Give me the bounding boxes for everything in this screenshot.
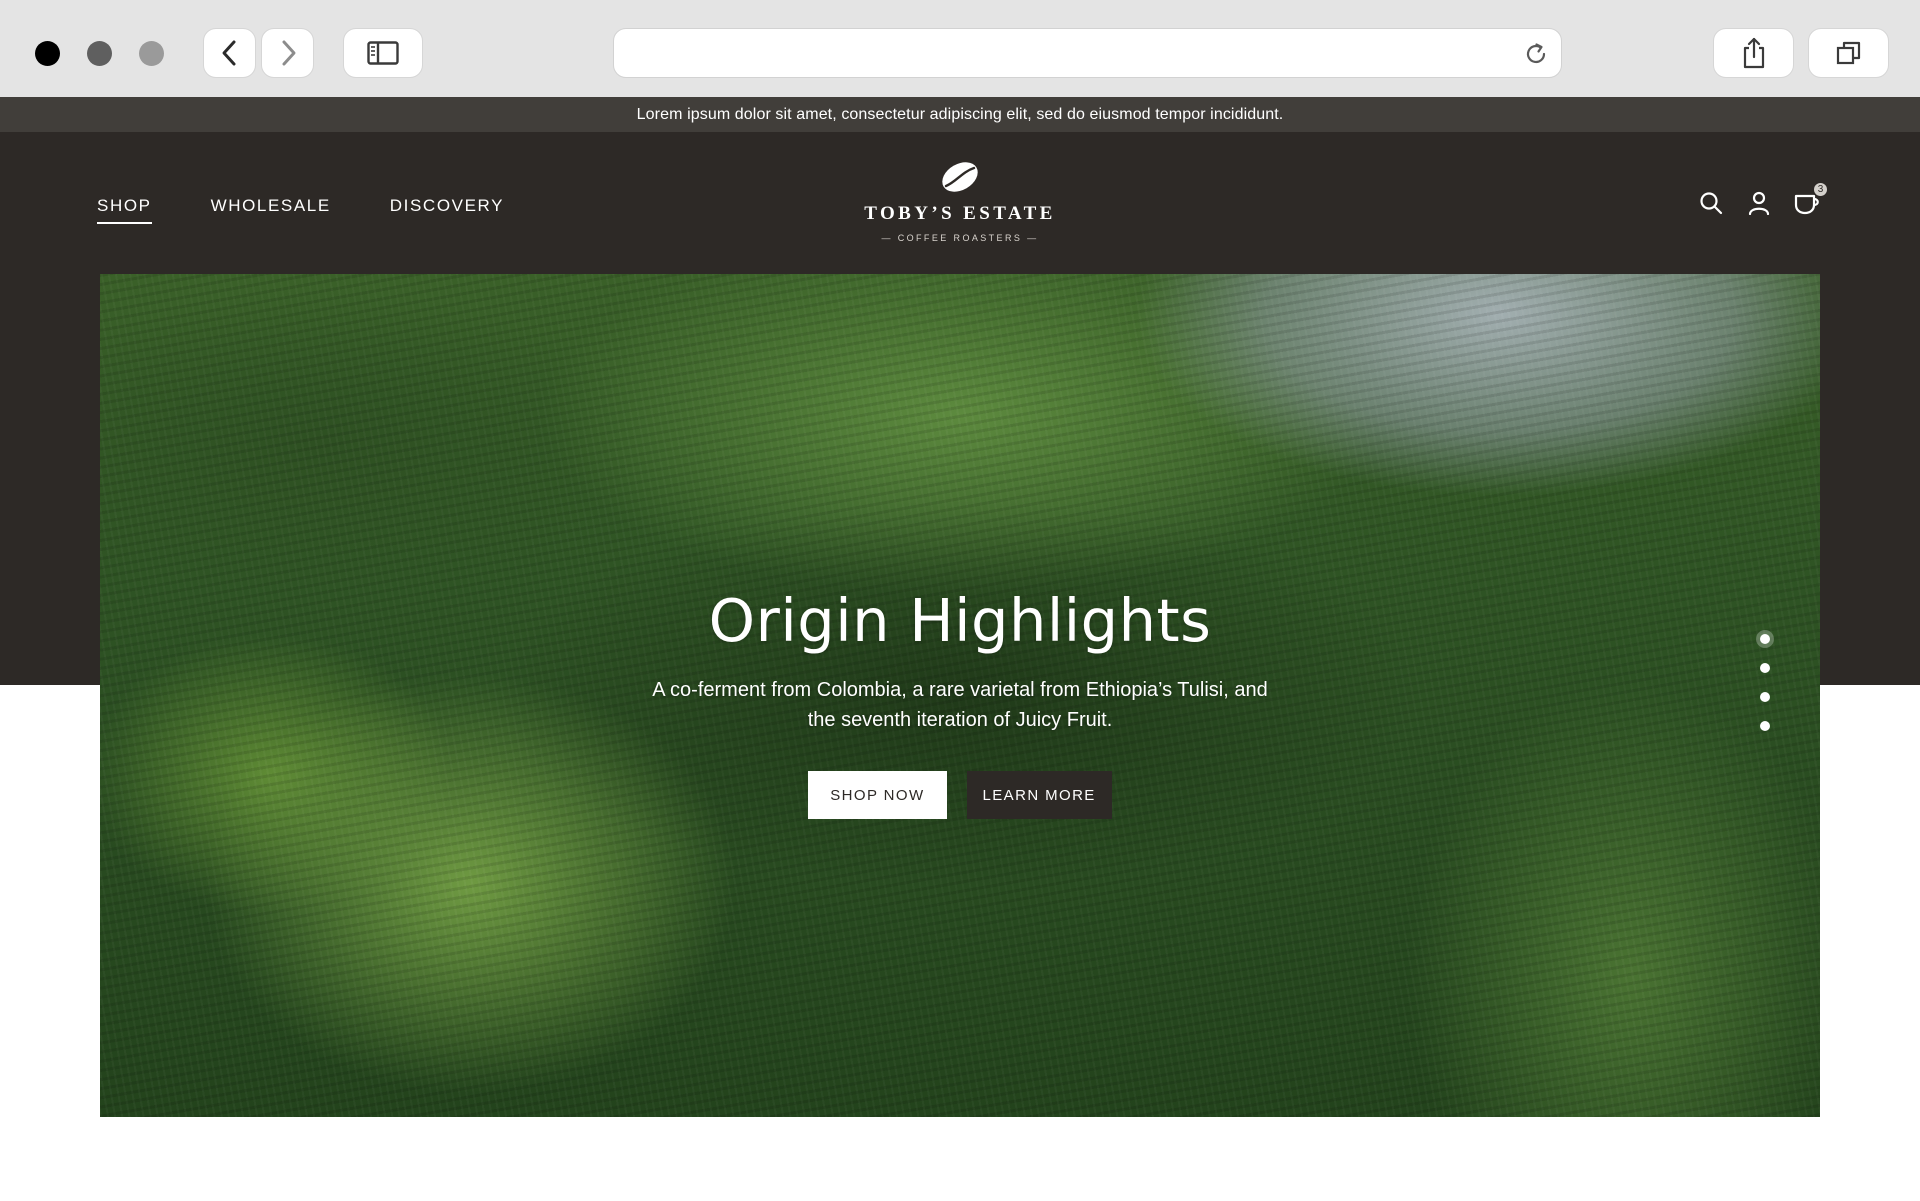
brand-name: TOBY’S ESTATE [864, 203, 1056, 224]
hero-content: Origin Highlights A co-ferment from Colo… [100, 586, 1820, 819]
url-input[interactable] [632, 37, 1492, 69]
learn-more-button[interactable]: LEARN MORE [966, 771, 1112, 819]
slide-dot-4[interactable] [1760, 721, 1770, 731]
nav-shop[interactable]: SHOP [97, 196, 152, 224]
sidebar-toggle-button[interactable] [343, 28, 423, 78]
hero-description: A co-ferment from Colombia, a rare varie… [652, 679, 1268, 731]
announcement-text: Lorem ipsum dolor sit amet, consectetur … [636, 105, 1284, 123]
search-icon [1700, 192, 1723, 215]
sidebar-icon [367, 41, 399, 65]
brand-subtitle: — COFFEE ROASTERS — [881, 233, 1039, 243]
brand-logo[interactable]: TOBY’S ESTATE — COFFEE ROASTERS — [820, 160, 1100, 243]
close-window-button[interactable] [35, 41, 60, 66]
hero-banner: Origin Highlights A co-ferment from Colo… [100, 274, 1820, 1117]
slide-dot-3[interactable] [1760, 692, 1770, 702]
hero-actions: SHOP NOW LEARN MORE [100, 771, 1820, 819]
slide-dot-2[interactable] [1760, 663, 1770, 673]
search-button[interactable] [1698, 190, 1724, 216]
share-button[interactable] [1713, 28, 1794, 78]
slide-dot-1[interactable] [1760, 634, 1770, 644]
share-icon [1743, 37, 1764, 69]
header-actions: 3 [1698, 182, 1828, 216]
back-button[interactable] [203, 28, 256, 78]
announcement-bar: Lorem ipsum dolor sit amet, consectetur … [0, 97, 1920, 132]
back-icon [222, 40, 235, 66]
hero-title: Origin Highlights [708, 586, 1212, 655]
forward-button[interactable] [261, 28, 314, 78]
account-icon [1748, 191, 1770, 215]
cart-button[interactable]: 3 [1794, 182, 1828, 216]
reload-icon[interactable] [1523, 41, 1549, 67]
address-bar[interactable] [613, 28, 1562, 78]
maximize-window-button[interactable] [139, 41, 164, 66]
browser-toolbar [0, 0, 1920, 97]
shop-now-button[interactable]: SHOP NOW [808, 771, 947, 819]
account-button[interactable] [1746, 190, 1772, 216]
main-nav: SHOP WHOLESALE DISCOVERY [97, 196, 504, 224]
slide-indicators [1760, 634, 1770, 731]
minimize-window-button[interactable] [87, 41, 112, 66]
nav-wholesale[interactable]: WHOLESALE [211, 196, 331, 224]
coffee-bean-icon [942, 162, 978, 192]
tabs-overview-button[interactable] [1808, 28, 1889, 78]
cart-count-badge: 3 [1813, 182, 1828, 197]
nav-discovery[interactable]: DISCOVERY [390, 196, 504, 224]
forward-icon [282, 40, 295, 66]
tabs-icon [1836, 41, 1860, 65]
